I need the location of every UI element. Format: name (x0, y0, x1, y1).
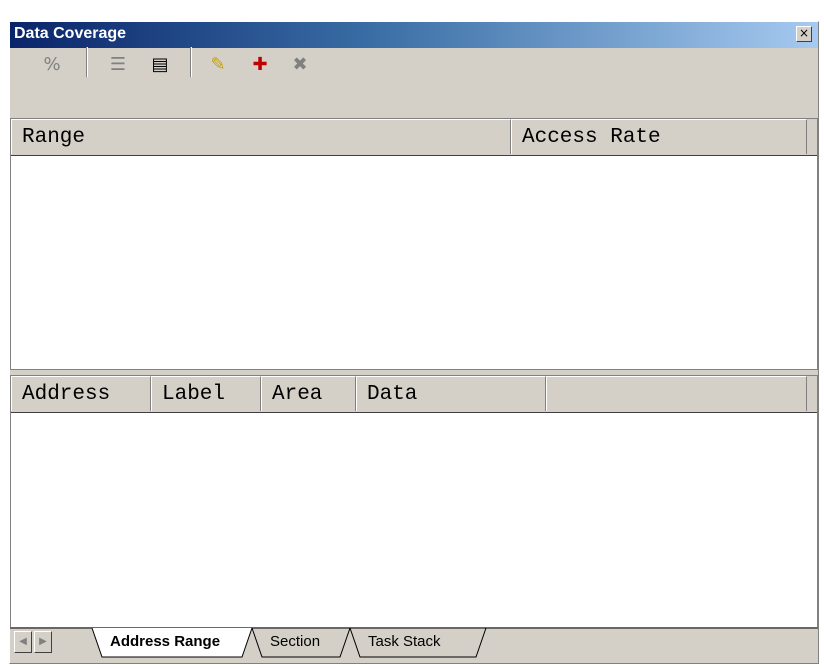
column-header-access-rate[interactable]: Access Rate (511, 119, 807, 154)
tab-scroll-right-button[interactable]: ▶ (34, 631, 52, 653)
address-table-header: Address Label Area Data (11, 376, 817, 413)
address-table[interactable]: Address Label Area Data (10, 375, 818, 629)
percent-icon[interactable]: % (38, 50, 66, 78)
title-bar[interactable]: Data Coverage × (10, 22, 818, 48)
delete-range-icon[interactable]: ✖ (286, 50, 314, 78)
column-header-label[interactable]: Label (151, 376, 261, 411)
column-header-empty (546, 376, 807, 411)
column-header-data[interactable]: Data (356, 376, 546, 411)
select-icon[interactable]: ☰ (104, 50, 132, 78)
close-button[interactable]: × (796, 26, 812, 42)
add-range-icon[interactable]: ✚ (246, 50, 274, 78)
column-header-address[interactable]: Address (11, 376, 151, 411)
tab-bar: ◀ ▶ Address Range Section Task Stack (10, 627, 818, 659)
tab-address-range[interactable]: Address Range (110, 633, 220, 650)
tab-scroll-left-button[interactable]: ◀ (14, 631, 32, 653)
window-title: Data Coverage (14, 25, 127, 42)
highlight-icon[interactable]: ✎ (204, 50, 232, 78)
column-header-area[interactable]: Area (261, 376, 356, 411)
toolbar-separator (190, 47, 192, 77)
tab-section[interactable]: Section (270, 633, 320, 650)
range-table[interactable]: Range Access Rate (10, 118, 818, 370)
range-table-header: Range Access Rate (11, 119, 817, 156)
memory-icon[interactable]: ▤ (146, 50, 174, 78)
column-header-range[interactable]: Range (11, 119, 511, 154)
toolbar-separator (86, 47, 88, 77)
tab-task-stack[interactable]: Task Stack (368, 633, 441, 650)
